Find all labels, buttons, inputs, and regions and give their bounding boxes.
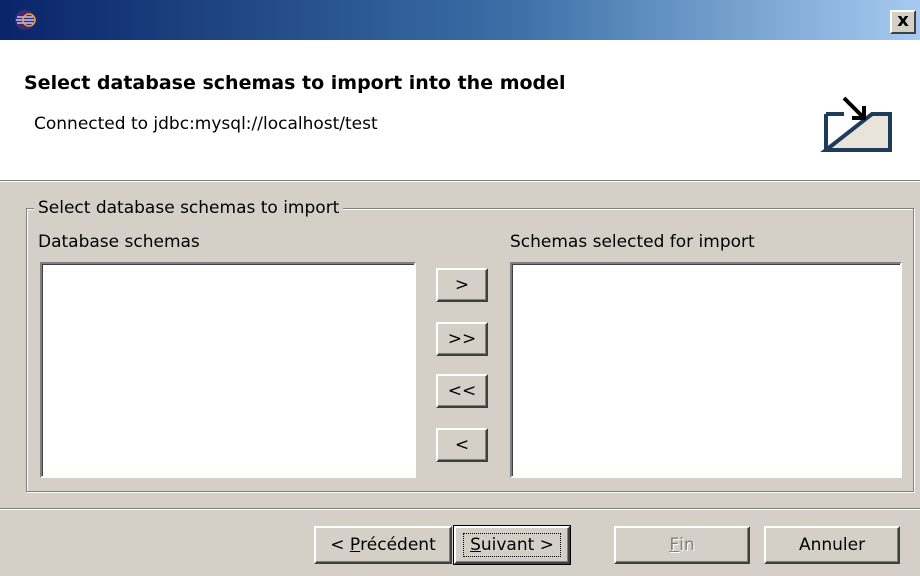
connection-status: Connected to jdbc:mysql://localhost/test	[34, 114, 378, 134]
close-button[interactable]: x	[890, 10, 916, 34]
finish-mnemonic: F	[669, 535, 680, 555]
wizard-header: Select database schemas to import into t…	[0, 40, 920, 180]
add-all-button[interactable]: >>	[436, 322, 488, 356]
back-mnemonic: P	[349, 535, 361, 555]
database-schemas-label: Database schemas	[38, 232, 200, 252]
remove-button[interactable]: <	[436, 428, 488, 462]
title-bar[interactable]: x	[0, 0, 920, 40]
cancel-button[interactable]: Annuler	[764, 526, 900, 564]
back-button[interactable]: < Précédent	[314, 526, 452, 564]
footer-separator	[0, 508, 920, 510]
add-button[interactable]: >	[436, 268, 488, 302]
group-legend: Select database schemas to import	[34, 198, 344, 218]
eclipse-app-icon	[15, 10, 36, 30]
next-focus-ring: Suivant >	[463, 533, 561, 557]
back-label: récédent	[360, 535, 436, 555]
remove-all-button[interactable]: <<	[436, 374, 488, 408]
next-button[interactable]: Suivant >	[453, 525, 571, 565]
selected-schemas-list[interactable]	[510, 262, 902, 478]
finish-button[interactable]: Fin	[614, 526, 750, 564]
finish-label: in	[679, 535, 695, 555]
back-prefix: <	[330, 535, 350, 555]
selected-schemas-label: Schemas selected for import	[510, 232, 755, 252]
next-label: uivant >	[480, 535, 554, 555]
next-mnemonic: S	[470, 535, 481, 555]
database-schemas-list[interactable]	[40, 262, 416, 478]
page-title: Select database schemas to import into t…	[24, 72, 566, 94]
close-icon: x	[897, 10, 909, 31]
header-separator	[0, 180, 920, 182]
import-icon	[820, 96, 892, 152]
